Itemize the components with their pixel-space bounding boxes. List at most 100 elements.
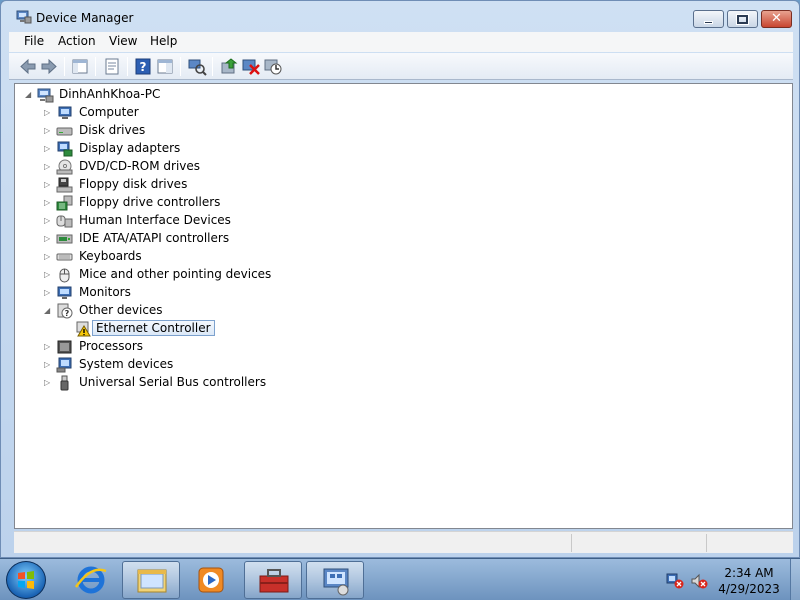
close-icon: ✕	[771, 11, 782, 26]
ide-controller-icon	[56, 234, 73, 244]
processor-icon	[57, 340, 72, 354]
tree-item-ide-controllers[interactable]: ▷ IDE ATA/ATAPI controllers	[42, 230, 342, 248]
collapse-icon[interactable]: ◢	[44, 306, 52, 315]
menu-bar: File Action View Help	[9, 32, 793, 52]
tree-item-other-devices[interactable]: ◢ ? Other devices	[42, 302, 342, 320]
show-hide-tree-icon[interactable]	[70, 57, 90, 76]
expand-icon[interactable]: ▷	[44, 162, 52, 171]
computer-name: DinhAnhKhoa-PC	[59, 87, 161, 101]
menu-action[interactable]: Action	[58, 34, 96, 48]
expand-icon[interactable]: ▷	[44, 126, 52, 135]
expand-icon[interactable]: ▷	[44, 360, 52, 369]
expand-icon[interactable]: ▷	[44, 378, 52, 387]
collapse-icon[interactable]: ◢	[25, 90, 33, 99]
expand-icon[interactable]: ▷	[44, 342, 52, 351]
expand-icon[interactable]: ▷	[44, 144, 52, 153]
properties-icon[interactable]	[102, 57, 122, 76]
title-bar[interactable]: Device Manager ✕	[1, 1, 799, 31]
tree-item-label: Mice and other pointing devices	[79, 267, 272, 281]
computer-icon	[37, 88, 54, 103]
action-pane-icon[interactable]	[155, 57, 175, 76]
device-tree[interactable]: ◢ DinhAnhKhoa-PC ▷ Computer ▷ Disk drive…	[14, 83, 793, 529]
tree-item-label: IDE ATA/ATAPI controllers	[79, 231, 230, 245]
disk-drive-icon	[56, 127, 73, 136]
taskbar-internet-explorer[interactable]	[62, 561, 120, 599]
start-button[interactable]	[6, 561, 46, 599]
help-icon[interactable]: ?	[133, 57, 153, 76]
menu-help[interactable]: Help	[150, 34, 177, 48]
expand-icon[interactable]: ▷	[44, 288, 52, 297]
tree-item-label: DVD/CD-ROM drives	[79, 159, 201, 173]
expand-icon[interactable]: ▷	[44, 252, 52, 261]
tree-item-system-devices[interactable]: ▷ System devices	[42, 356, 342, 374]
usb-icon	[60, 375, 69, 391]
tree-item-computer[interactable]: ▷ Computer	[42, 104, 342, 122]
windows-logo-icon	[18, 571, 34, 589]
toolbox-icon	[259, 569, 289, 593]
tree-item-label: Computer	[79, 105, 139, 119]
update-driver-icon[interactable]	[219, 57, 239, 76]
tree-item-processors[interactable]: ▷ Processors	[42, 338, 342, 356]
expand-icon[interactable]: ▷	[44, 216, 52, 225]
system-device-icon	[56, 357, 72, 373]
status-cell	[571, 534, 706, 552]
volume-muted-icon[interactable]	[690, 573, 708, 589]
forward-icon[interactable]	[39, 57, 59, 76]
expand-icon[interactable]: ▷	[44, 108, 52, 117]
keyboard-icon	[56, 253, 73, 261]
scan-hardware-icon[interactable]	[187, 57, 207, 76]
uninstall-icon[interactable]	[241, 57, 261, 76]
back-icon[interactable]	[18, 57, 38, 76]
window-title: Device Manager	[36, 11, 134, 25]
toolbar-separator	[212, 57, 213, 76]
status-cell	[706, 534, 793, 552]
toolbar-separator	[95, 57, 96, 76]
tree-item-label: Disk drives	[79, 123, 146, 137]
system-clock[interactable]: 2:34 AM 4/29/2023	[718, 565, 780, 597]
tree-item-disk-drives[interactable]: ▷ Disk drives	[42, 122, 342, 140]
taskbar-media-player[interactable]	[182, 561, 240, 599]
expand-icon[interactable]: ▷	[44, 198, 52, 207]
tree-item-dvd-drives[interactable]: ▷ DVD/CD-ROM drives	[42, 158, 342, 176]
warning-device-icon	[76, 321, 91, 337]
minimize-button[interactable]	[693, 10, 724, 28]
tree-item-mice[interactable]: ▷ Mice and other pointing devices	[42, 266, 342, 284]
tree-item-label: Processors	[79, 339, 144, 353]
clock-time: 2:34 AM	[724, 566, 774, 580]
tree-item-label: Floppy drive controllers	[79, 195, 221, 209]
toolbar-separator	[64, 57, 65, 76]
mouse-icon	[59, 268, 70, 283]
taskbar-windows-explorer[interactable]	[122, 561, 180, 599]
tree-item-keyboards[interactable]: ▷ Keyboards	[42, 248, 342, 266]
tree-item-ethernet-controller[interactable]: Ethernet Controller	[60, 320, 360, 338]
show-desktop-button[interactable]	[790, 559, 800, 600]
taskbar: 2:34 AM 4/29/2023	[0, 558, 800, 600]
tree-item-display-adapters[interactable]: ▷ Display adapters	[42, 140, 342, 158]
maximize-button[interactable]	[727, 10, 758, 28]
tree-item-label: Floppy disk drives	[79, 177, 188, 191]
expand-icon[interactable]: ▷	[44, 180, 52, 189]
computer-icon	[58, 106, 72, 119]
menu-view[interactable]: View	[109, 34, 137, 48]
tree-item-label: Keyboards	[79, 249, 142, 263]
tree-root[interactable]: ◢ DinhAnhKhoa-PC	[23, 86, 323, 104]
disable-icon[interactable]	[263, 57, 283, 76]
tree-item-floppy-drive-controllers[interactable]: ▷ Floppy drive controllers	[42, 194, 342, 212]
menu-file[interactable]: File	[24, 34, 44, 48]
tree-item-monitors[interactable]: ▷ Monitors	[42, 284, 342, 302]
unknown-device-icon: ?	[57, 303, 73, 319]
tree-item-floppy-disk-drives[interactable]: ▷ Floppy disk drives	[42, 176, 342, 194]
tree-item-usb-controllers[interactable]: ▷ Universal Serial Bus controllers	[42, 374, 342, 392]
device-manager-window: Device Manager ✕ File Action View Help ?…	[0, 0, 800, 558]
windows-explorer-icon	[137, 569, 167, 593]
taskbar-device-manager[interactable]	[306, 561, 364, 599]
device-manager-icon	[323, 568, 349, 596]
tree-item-label: Human Interface Devices	[79, 213, 231, 227]
network-error-icon[interactable]	[666, 573, 684, 589]
taskbar-toolbox[interactable]	[244, 561, 302, 599]
expand-icon[interactable]: ▷	[44, 234, 52, 243]
expand-icon[interactable]: ▷	[44, 270, 52, 279]
display-adapter-icon	[57, 141, 73, 157]
tree-item-human-interface-devices[interactable]: ▷ Human Interface Devices	[42, 212, 342, 230]
close-button[interactable]: ✕	[761, 10, 792, 28]
